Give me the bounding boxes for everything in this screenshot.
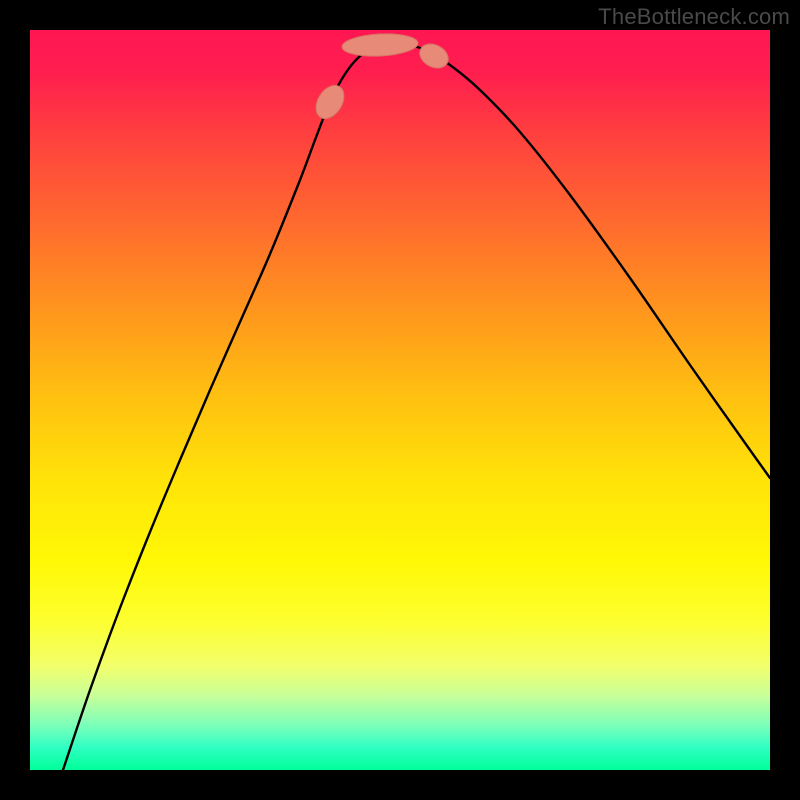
bottleneck-curve (63, 43, 770, 770)
watermark-text: TheBottleneck.com (598, 4, 790, 30)
curve-marker (310, 80, 349, 123)
curve-marker (341, 32, 418, 58)
curve-marker (416, 39, 453, 73)
curve-layer (30, 30, 770, 770)
chart-frame: TheBottleneck.com (0, 0, 800, 800)
plot-area (30, 30, 770, 770)
curve-markers (310, 32, 452, 124)
